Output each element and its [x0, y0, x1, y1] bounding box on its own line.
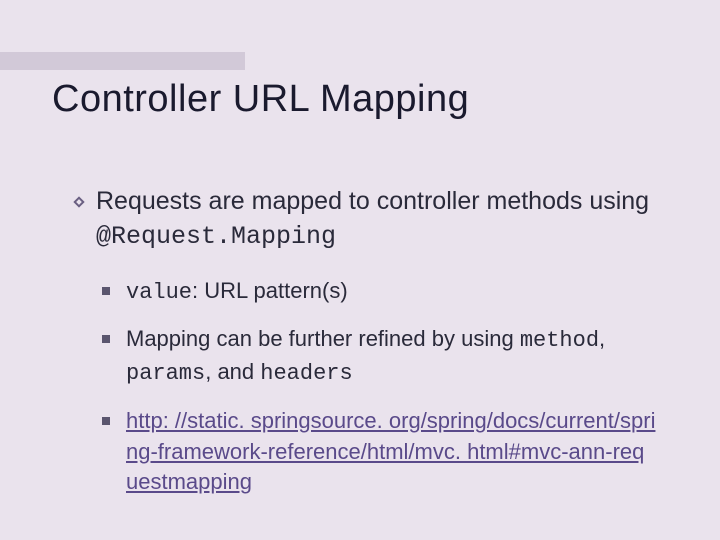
sub2-code1: method — [520, 328, 599, 353]
slide-title: Controller URL Mapping — [52, 78, 469, 121]
bullet-main-text: Requests are mapped to controller method… — [96, 187, 649, 249]
sub-item-1: value: URL pattern(s) — [126, 276, 656, 309]
slide: Controller URL Mapping Requests are mapp… — [0, 0, 720, 540]
square-icon — [102, 417, 110, 425]
title-shadow-decor — [0, 52, 245, 70]
sub1-code: value — [126, 280, 192, 305]
square-icon — [102, 287, 110, 295]
sub-item-3: http: //static. springsource. org/spring… — [126, 406, 656, 498]
doc-link[interactable]: http: //static. springsource. org/spring… — [126, 408, 655, 495]
sub2-code2: params — [126, 361, 205, 386]
square-icon — [102, 335, 110, 343]
sub2-code3: headers — [260, 361, 352, 386]
sub-list: value: URL pattern(s) Mapping can be fur… — [126, 276, 656, 499]
bullet-text-pre: Requests are mapped to controller method… — [96, 187, 649, 215]
sub2-pre: Mapping can be further refined by using — [126, 326, 520, 351]
bullet-main: Requests are mapped to controller method… — [96, 185, 656, 254]
sub1-text: : URL pattern(s) — [192, 278, 348, 303]
sub-item-2: Mapping can be further refined by using … — [126, 324, 656, 390]
diamond-icon — [72, 195, 86, 214]
sub2-sep1: , — [599, 326, 605, 351]
bullet-code: @Request.Mapping — [96, 222, 336, 251]
content-area: Requests are mapped to controller method… — [96, 185, 656, 514]
sub2-sep2: , and — [205, 359, 260, 384]
